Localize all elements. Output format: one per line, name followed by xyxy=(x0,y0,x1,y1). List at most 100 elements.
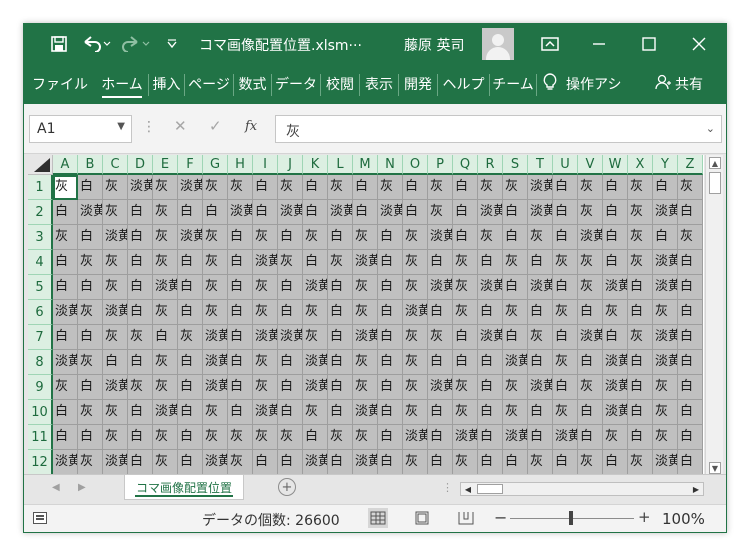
redo-icon[interactable] xyxy=(118,24,154,64)
cell-Q4[interactable]: 灰 xyxy=(453,250,478,275)
tab-home[interactable]: ホーム xyxy=(96,64,148,104)
macro-record-icon[interactable] xyxy=(33,512,47,524)
cell-I1[interactable]: 白 xyxy=(253,175,278,200)
scroll-left-icon[interactable]: ◀ xyxy=(462,483,474,495)
cell-G8[interactable]: 淡黄 xyxy=(203,350,228,375)
cell-C6[interactable]: 淡黄 xyxy=(103,300,128,325)
cell-F9[interactable]: 白 xyxy=(178,375,203,400)
cell-F2[interactable]: 白 xyxy=(178,200,203,225)
cell-G4[interactable]: 灰 xyxy=(203,250,228,275)
cell-X11[interactable]: 白 xyxy=(628,425,653,450)
cell-Y7[interactable]: 淡黄 xyxy=(653,325,678,350)
page-break-view-icon[interactable] xyxy=(456,508,476,528)
cell-F4[interactable]: 白 xyxy=(178,250,203,275)
cell-I4[interactable]: 淡黄 xyxy=(253,250,278,275)
worksheet-grid[interactable]: ABCDEFGHIJKLMNOPQRSTUVWXYZ1灰白灰淡黄灰淡黄灰灰白灰白… xyxy=(28,155,704,474)
vertical-scroll-thumb[interactable] xyxy=(709,172,721,194)
cell-A9[interactable]: 灰 xyxy=(53,375,78,400)
column-header[interactable]: P xyxy=(428,155,453,175)
cell-M9[interactable]: 灰 xyxy=(353,375,378,400)
cell-K4[interactable]: 白 xyxy=(303,250,328,275)
cell-J10[interactable]: 白 xyxy=(278,400,303,425)
row-header[interactable]: 7 xyxy=(28,325,53,350)
cell-L10[interactable]: 白 xyxy=(328,400,353,425)
cell-X8[interactable]: 白 xyxy=(628,350,653,375)
cell-Q2[interactable]: 白 xyxy=(453,200,478,225)
cell-W9[interactable]: 淡黄 xyxy=(603,375,628,400)
column-header[interactable]: Z xyxy=(678,155,703,175)
page-layout-view-icon[interactable] xyxy=(412,508,432,528)
cell-G1[interactable]: 灰 xyxy=(203,175,228,200)
column-header[interactable]: N xyxy=(378,155,403,175)
cell-N10[interactable]: 白 xyxy=(378,400,403,425)
cell-G9[interactable]: 淡黄 xyxy=(203,375,228,400)
cell-D7[interactable]: 灰 xyxy=(128,325,153,350)
cell-M4[interactable]: 淡黄 xyxy=(353,250,378,275)
column-header[interactable]: V xyxy=(578,155,603,175)
cell-N12[interactable]: 白 xyxy=(378,450,403,474)
cell-D10[interactable]: 白 xyxy=(128,400,153,425)
cell-H1[interactable]: 灰 xyxy=(228,175,253,200)
cell-O3[interactable]: 灰 xyxy=(403,225,428,250)
cell-Z1[interactable]: 灰 xyxy=(678,175,703,200)
cell-O8[interactable]: 灰 xyxy=(403,350,428,375)
cell-W6[interactable]: 灰 xyxy=(603,300,628,325)
cell-K3[interactable]: 灰 xyxy=(303,225,328,250)
cell-C3[interactable]: 淡黄 xyxy=(103,225,128,250)
cell-J3[interactable]: 白 xyxy=(278,225,303,250)
cell-I9[interactable]: 灰 xyxy=(253,375,278,400)
cell-Z10[interactable]: 白 xyxy=(678,400,703,425)
cell-L9[interactable]: 白 xyxy=(328,375,353,400)
cell-I8[interactable]: 灰 xyxy=(253,350,278,375)
cell-I7[interactable]: 淡黄 xyxy=(253,325,278,350)
cell-N8[interactable]: 白 xyxy=(378,350,403,375)
cell-N9[interactable]: 白 xyxy=(378,375,403,400)
cell-D8[interactable]: 白 xyxy=(128,350,153,375)
cell-P6[interactable]: 白 xyxy=(428,300,453,325)
cell-O11[interactable]: 淡黄 xyxy=(403,425,428,450)
column-header[interactable]: Y xyxy=(653,155,678,175)
cell-H12[interactable]: 灰 xyxy=(228,450,253,474)
cell-S12[interactable]: 白 xyxy=(503,450,528,474)
cell-W7[interactable]: 白 xyxy=(603,325,628,350)
cell-V9[interactable]: 灰 xyxy=(578,375,603,400)
cell-W8[interactable]: 淡黄 xyxy=(603,350,628,375)
cell-Z8[interactable]: 白 xyxy=(678,350,703,375)
cell-V11[interactable]: 白 xyxy=(578,425,603,450)
cell-V12[interactable]: 灰 xyxy=(578,450,603,474)
cell-H4[interactable]: 白 xyxy=(228,250,253,275)
select-all-button[interactable] xyxy=(28,155,53,175)
cell-U6[interactable]: 灰 xyxy=(553,300,578,325)
cell-B3[interactable]: 白 xyxy=(78,225,103,250)
row-header[interactable]: 8 xyxy=(28,350,53,375)
cell-E1[interactable]: 灰 xyxy=(153,175,178,200)
cell-Y5[interactable]: 淡黄 xyxy=(653,275,678,300)
cell-W1[interactable]: 白 xyxy=(603,175,628,200)
cell-T10[interactable]: 白 xyxy=(528,400,553,425)
cell-O2[interactable]: 白 xyxy=(403,200,428,225)
cell-Q8[interactable]: 白 xyxy=(453,350,478,375)
cell-C4[interactable]: 灰 xyxy=(103,250,128,275)
cell-E9[interactable]: 灰 xyxy=(153,375,178,400)
cell-Z11[interactable]: 白 xyxy=(678,425,703,450)
cell-L12[interactable]: 白 xyxy=(328,450,353,474)
cell-A7[interactable]: 白 xyxy=(53,325,78,350)
cell-G5[interactable]: 灰 xyxy=(203,275,228,300)
ribbon-display-icon[interactable] xyxy=(534,24,566,64)
cell-V5[interactable]: 灰 xyxy=(578,275,603,300)
cell-W5[interactable]: 淡黄 xyxy=(603,275,628,300)
cell-Q12[interactable]: 灰 xyxy=(453,450,478,474)
cell-N3[interactable]: 白 xyxy=(378,225,403,250)
user-avatar[interactable] xyxy=(482,28,514,60)
cell-I6[interactable]: 灰 xyxy=(253,300,278,325)
row-header[interactable]: 5 xyxy=(28,275,53,300)
cell-D3[interactable]: 白 xyxy=(128,225,153,250)
cell-T11[interactable]: 白 xyxy=(528,425,553,450)
cell-G11[interactable]: 灰 xyxy=(203,425,228,450)
cell-M5[interactable]: 灰 xyxy=(353,275,378,300)
cell-G6[interactable]: 灰 xyxy=(203,300,228,325)
cell-W4[interactable]: 白 xyxy=(603,250,628,275)
cell-F5[interactable]: 白 xyxy=(178,275,203,300)
cell-K9[interactable]: 淡黄 xyxy=(303,375,328,400)
save-icon[interactable] xyxy=(46,24,72,64)
